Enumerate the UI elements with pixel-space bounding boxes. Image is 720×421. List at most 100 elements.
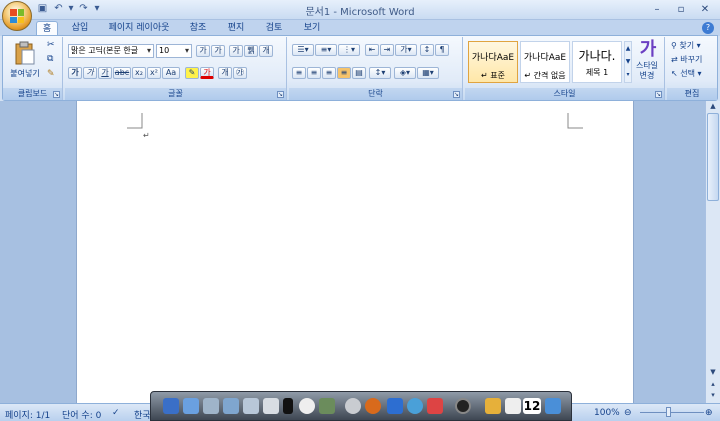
office-button[interactable] bbox=[2, 1, 32, 31]
close-button[interactable]: ✕ bbox=[694, 2, 716, 16]
word-count[interactable]: 단어 수: 0 bbox=[62, 408, 101, 421]
find-button[interactable]: ⚲ 찾기 ▾ bbox=[671, 40, 701, 51]
style-heading-1[interactable]: 가나다. 제목 1 bbox=[572, 41, 622, 83]
clear-format-icon[interactable]: 가 bbox=[229, 45, 243, 57]
scroll-up-icon[interactable]: ▲ bbox=[706, 101, 720, 111]
char-shading-icon[interactable]: 개 bbox=[218, 67, 232, 79]
dock-disc-icon[interactable] bbox=[345, 398, 361, 414]
tab-review[interactable]: 검토 bbox=[262, 21, 286, 36]
distributed-icon[interactable]: ▤ bbox=[352, 67, 366, 79]
multilevel-list-icon[interactable]: ⋮▾ bbox=[338, 44, 360, 56]
group-paragraph: ☰▾ ≡▾ ⋮▾ ⇤ ⇥ 가▾ ↕ ¶ ≡ ≡ ≡ ≡ ▤ ↕▾ ◈▾ ▦▾ 단… bbox=[289, 37, 463, 100]
paragraph-dialog-launcher[interactable]: ↘ bbox=[453, 91, 460, 98]
dock-globe-icon[interactable] bbox=[407, 398, 423, 414]
change-case-icon[interactable]: Aa bbox=[162, 67, 180, 79]
tab-home[interactable]: 홈 bbox=[36, 21, 58, 36]
subscript-icon[interactable]: x₂ bbox=[132, 67, 146, 79]
help-icon[interactable]: ? bbox=[702, 22, 714, 34]
zoom-in-icon[interactable]: ⊕ bbox=[705, 408, 713, 418]
char-border-icon[interactable]: 개 bbox=[259, 45, 273, 57]
dock-app-icon[interactable] bbox=[283, 398, 293, 414]
tab-view[interactable]: 보기 bbox=[300, 21, 324, 36]
justify-icon[interactable]: ≡ bbox=[337, 67, 351, 79]
zoom-slider-thumb[interactable] bbox=[666, 407, 671, 417]
zoom-level[interactable]: 100% bbox=[594, 408, 620, 418]
paste-button[interactable]: 붙여넣기 bbox=[6, 40, 44, 79]
dock-calendar-icon[interactable]: 12 bbox=[523, 398, 541, 414]
decrease-indent-icon[interactable]: ⇤ bbox=[365, 44, 379, 56]
dock-app-icon[interactable] bbox=[387, 398, 403, 414]
superscript-icon[interactable]: x² bbox=[147, 67, 161, 79]
style-no-spacing[interactable]: 가나다AaE ↵ 간격 없음 bbox=[520, 41, 570, 83]
select-button[interactable]: ↖ 선택 ▾ bbox=[671, 68, 702, 79]
paragraph-group-label: 단락 bbox=[289, 88, 462, 100]
align-right-icon[interactable]: ≡ bbox=[322, 67, 336, 79]
format-painter-icon[interactable]: ✎ bbox=[47, 69, 55, 79]
font-color-icon[interactable]: 가 bbox=[200, 67, 214, 79]
dock-app-icon[interactable] bbox=[203, 398, 219, 414]
styles-scroll[interactable]: ▲ ▼ ▾ bbox=[624, 41, 632, 83]
align-left-icon[interactable]: ≡ bbox=[292, 67, 306, 79]
styles-group-label: 스타일 bbox=[465, 88, 664, 100]
vertical-scrollbar[interactable]: ▲ ▼ ▴ ▾ bbox=[705, 101, 720, 403]
shrink-font-icon[interactable]: 가 bbox=[211, 45, 225, 57]
dock-app-icon[interactable] bbox=[505, 398, 521, 414]
prev-page-icon[interactable]: ▴ bbox=[706, 379, 720, 389]
tab-mailings[interactable]: 편지 bbox=[224, 21, 248, 36]
clipboard-dialog-launcher[interactable]: ↘ bbox=[53, 91, 60, 98]
minimize-button[interactable]: – bbox=[646, 2, 668, 16]
dock-app-icon[interactable] bbox=[163, 398, 179, 414]
font-size-combo[interactable]: 10 bbox=[156, 44, 192, 58]
align-center-icon[interactable]: ≡ bbox=[307, 67, 321, 79]
zoom-out-icon[interactable]: ⊖ bbox=[624, 408, 632, 418]
change-styles-button[interactable]: 가 스타일 변경 bbox=[633, 39, 663, 81]
cut-icon[interactable]: ✂ bbox=[47, 40, 55, 50]
tab-references[interactable]: 참조 bbox=[186, 21, 210, 36]
dock-app-icon[interactable] bbox=[455, 398, 471, 414]
zoom-slider-track[interactable] bbox=[640, 412, 704, 413]
strikethrough-icon[interactable]: abc bbox=[113, 67, 131, 79]
bullets-icon[interactable]: ☰▾ bbox=[292, 44, 314, 56]
dock-app-icon[interactable] bbox=[365, 398, 381, 414]
scroll-thumb[interactable] bbox=[707, 113, 719, 201]
dock-app-icon[interactable] bbox=[183, 398, 199, 414]
next-page-icon[interactable]: ▾ bbox=[706, 390, 720, 400]
numbering-icon[interactable]: ≡▾ bbox=[315, 44, 337, 56]
style-normal[interactable]: 가나다AaE ↵ 표준 bbox=[468, 41, 518, 83]
dock-app-icon[interactable] bbox=[263, 398, 279, 414]
proofing-icon[interactable]: ✓ bbox=[112, 408, 120, 418]
page-count[interactable]: 페이지: 1/1 bbox=[5, 408, 50, 421]
dock-app-icon[interactable] bbox=[427, 398, 443, 414]
asian-layout-icon[interactable]: 가▾ bbox=[395, 44, 417, 56]
maximize-button[interactable]: ▫ bbox=[670, 2, 692, 16]
styles-dialog-launcher[interactable]: ↘ bbox=[655, 91, 662, 98]
dock-clock-icon[interactable] bbox=[299, 398, 315, 414]
line-spacing-icon[interactable]: ↕▾ bbox=[369, 67, 391, 79]
underline-icon[interactable]: 가 bbox=[98, 67, 112, 79]
grow-font-icon[interactable]: 가 bbox=[196, 45, 210, 57]
tab-insert[interactable]: 삽입 bbox=[68, 21, 92, 36]
style-name: ↵ 간격 없음 bbox=[524, 71, 566, 80]
phonetic-guide-icon[interactable]: 쀍 bbox=[244, 45, 258, 57]
increase-indent-icon[interactable]: ⇥ bbox=[380, 44, 394, 56]
document-page[interactable]: ↵ bbox=[76, 101, 634, 403]
highlight-icon[interactable]: ✎ bbox=[185, 67, 199, 79]
enclose-char-icon[interactable]: ㉮ bbox=[233, 67, 247, 79]
font-name-combo[interactable]: 맑은 고딕(본문 한글 bbox=[68, 44, 154, 58]
dock-app-icon[interactable] bbox=[243, 398, 259, 414]
dock-app-icon[interactable] bbox=[223, 398, 239, 414]
dock-app-icon[interactable] bbox=[545, 398, 561, 414]
bold-icon[interactable]: 가 bbox=[68, 67, 82, 79]
sort-icon[interactable]: ↕ bbox=[420, 44, 434, 56]
copy-icon[interactable]: ⧉ bbox=[47, 54, 53, 64]
show-marks-icon[interactable]: ¶ bbox=[435, 44, 449, 56]
italic-icon[interactable]: 가 bbox=[83, 67, 97, 79]
shading-icon[interactable]: ◈▾ bbox=[394, 67, 416, 79]
dock-app-icon[interactable] bbox=[319, 398, 335, 414]
borders-icon[interactable]: ▦▾ bbox=[417, 67, 439, 79]
dock-tools-icon[interactable] bbox=[485, 398, 501, 414]
replace-button[interactable]: ⇄ 바꾸기 bbox=[671, 54, 702, 65]
scroll-down-icon[interactable]: ▼ bbox=[706, 367, 720, 377]
tab-page-layout[interactable]: 페이지 레이아웃 bbox=[106, 21, 172, 36]
font-dialog-launcher[interactable]: ↘ bbox=[277, 91, 284, 98]
